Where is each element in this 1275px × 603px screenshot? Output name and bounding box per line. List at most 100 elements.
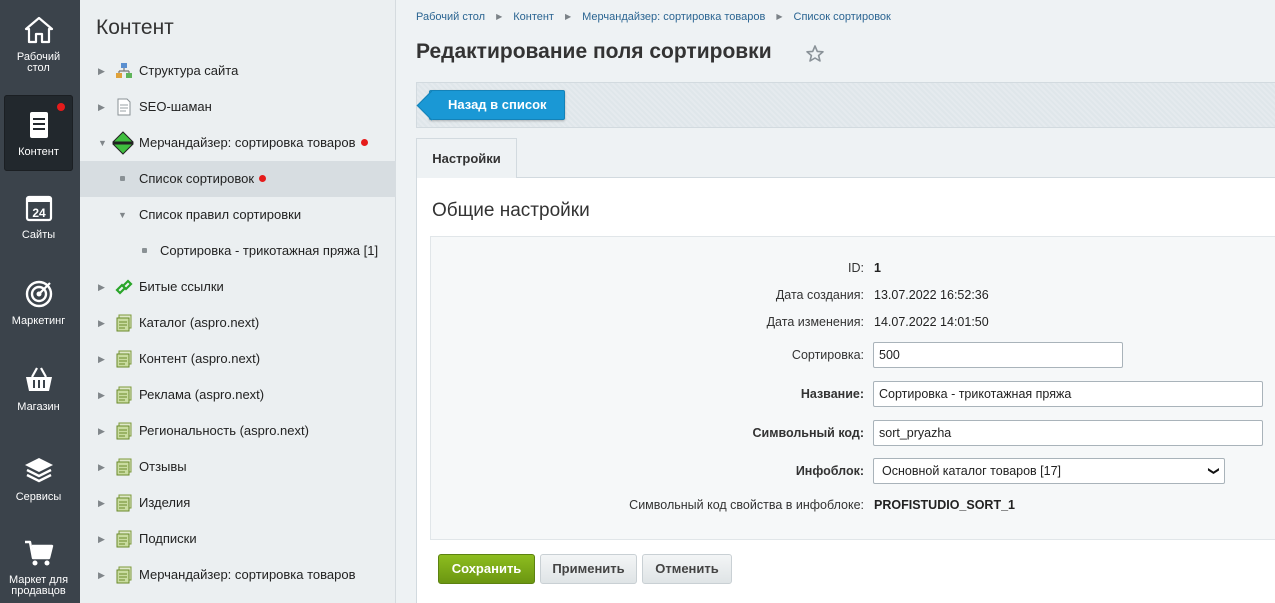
rail-item-desktop[interactable]: Рабочий стол: [4, 0, 73, 76]
tree-item-merchandiser[interactable]: ▼ Мерчандайзер: сортировка товаров: [80, 125, 396, 161]
tree-item-merchandiser-iblock[interactable]: ▶ Мерчандайзер: сортировка товаров: [80, 557, 396, 593]
expand-arrow-icon[interactable]: ▶: [98, 485, 108, 521]
sort-input[interactable]: 500: [873, 342, 1123, 368]
layers-icon: [24, 458, 53, 483]
tree-item-label: Реклама (aspro.next): [139, 387, 265, 402]
expand-arrow-icon[interactable]: ▶: [98, 377, 108, 413]
tree-item-label: Каталог (aspro.next): [139, 315, 260, 330]
back-to-list-button[interactable]: Назад в список: [429, 90, 565, 120]
field-code: Символьный код: sort_pryazha: [431, 418, 1275, 448]
collapse-arrow-icon[interactable]: ▼: [118, 197, 128, 233]
tree-item-label: Региональность (aspro.next): [139, 423, 309, 438]
rail-item-services[interactable]: Сервисы: [4, 440, 73, 516]
breadcrumb: Рабочий стол ▶ Контент ▶ Мерчандайзер: сорти…: [416, 11, 891, 23]
chevron-right-icon: ▶: [776, 12, 783, 21]
name-input[interactable]: Сортировка - трикотажная пряжа: [873, 381, 1263, 407]
basket-icon: [25, 367, 52, 391]
iblock-icon: [116, 422, 132, 440]
rail-item-market[interactable]: Маркет для продавцов: [4, 523, 73, 599]
chevron-right-icon: ▶: [496, 12, 503, 21]
iblock-icon: [116, 386, 132, 404]
tree-title: Контент: [96, 16, 174, 39]
tree-item-sort-rule[interactable]: Сортировка - трикотажная пряжа [1]: [80, 233, 396, 269]
iblock-select[interactable]: Основной каталог товаров [17] ❯: [873, 458, 1225, 484]
tree-item-seo[interactable]: ▶ SEO-шаман: [80, 89, 396, 125]
rail-label: Магазин: [17, 401, 60, 413]
expand-arrow-icon[interactable]: ▶: [98, 341, 108, 377]
tree-item-subscriptions[interactable]: ▶ Подписки: [80, 521, 396, 557]
iblock-icon: [116, 458, 132, 476]
breadcrumb-item[interactable]: Мерчандайзер: сортировка товаров: [582, 11, 765, 23]
field-label: ID:: [848, 261, 864, 275]
iblock-icon: [116, 494, 132, 512]
content-tree-panel: Контент ▶ Структура сайта ▶ SEO-шаман ▼ …: [80, 0, 396, 603]
field-prop-code: Символьный код свойства в инфоблоке: PRO…: [431, 490, 1275, 520]
tree-item-label: Список сортировок: [139, 171, 255, 186]
toolbar: Назад в список: [416, 82, 1275, 128]
tree-item-regional-aspro[interactable]: ▶ Региональность (aspro.next): [80, 413, 396, 449]
page-icon: [117, 98, 131, 116]
field-iblock: Инфоблок: Основной каталог товаров [17] …: [431, 456, 1275, 486]
rail-item-shop[interactable]: Магазин: [4, 350, 73, 426]
tree-item-broken-links[interactable]: ▶ Битые ссылки: [80, 269, 396, 305]
tree-item-sort-rules[interactable]: ▼ Список правил сортировки: [80, 197, 396, 233]
alert-dot: [360, 139, 368, 146]
cart-icon: [24, 540, 53, 566]
tree-item-label: Изделия: [139, 495, 191, 510]
cancel-button[interactable]: Отменить: [642, 554, 732, 584]
iblock-icon: [116, 314, 132, 332]
select-value: Основной каталог товаров [17]: [882, 464, 1062, 478]
tree-item-catalog[interactable]: ▶ Каталог (aspro.next): [80, 305, 396, 341]
field-modified: Дата изменения: 14.07.2022 14:01:50: [431, 307, 1275, 337]
merchandiser-icon: [112, 131, 134, 155]
breadcrumb-item[interactable]: Контент: [513, 11, 554, 23]
tree-item-ads-aspro[interactable]: ▶ Реклама (aspro.next): [80, 377, 396, 413]
field-label: Сортировка:: [791, 348, 864, 362]
tree-item-sort-list[interactable]: Список сортировок: [80, 161, 396, 197]
bullet-icon: [120, 176, 125, 181]
expand-arrow-icon[interactable]: ▶: [98, 521, 108, 557]
expand-arrow-icon[interactable]: ▶: [98, 269, 108, 305]
tree-item-products[interactable]: ▶ Изделия: [80, 485, 396, 521]
star-icon[interactable]: [805, 44, 825, 64]
tree-item-content-aspro[interactable]: ▶ Контент (aspro.next): [80, 341, 396, 377]
expand-arrow-icon[interactable]: ▶: [98, 449, 108, 485]
tab-bar: Настройки: [416, 138, 1275, 181]
form-area: ID: 1 Дата создания: 13.07.2022 16:52:36…: [430, 236, 1275, 540]
expand-arrow-icon[interactable]: ▶: [98, 305, 108, 341]
rail-label: Маркетинг: [11, 315, 66, 327]
field-value: 1: [874, 261, 881, 275]
tree-item-label: Список правил сортировки: [139, 207, 302, 222]
tree-item-label: Сортировка - трикотажная пряжа [1]: [160, 243, 379, 258]
iblock-icon: [116, 566, 132, 584]
expand-arrow-icon[interactable]: ▶: [98, 557, 108, 593]
code-input[interactable]: sort_pryazha: [873, 420, 1263, 446]
site-structure-icon: [116, 63, 132, 78]
rail-item-marketing[interactable]: Маркетинг: [4, 264, 73, 340]
tree-item-site-structure[interactable]: ▶ Структура сайта: [80, 53, 396, 89]
alert-dot: [57, 103, 65, 111]
collapse-arrow-icon[interactable]: ▼: [98, 125, 108, 161]
iblock-icon: [116, 530, 132, 548]
tree-item-reviews[interactable]: ▶ Отзывы: [80, 449, 396, 485]
rail-label: Маркет для продавцов: [8, 574, 69, 597]
rail-item-sites[interactable]: 24 Сайты: [4, 178, 73, 254]
rail-item-content[interactable]: Контент: [4, 95, 73, 171]
expand-arrow-icon[interactable]: ▶: [98, 413, 108, 449]
settings-card: Общие настройки ID: 1 Дата создания: 13.…: [416, 178, 1275, 603]
breadcrumb-item[interactable]: Список сортировок: [794, 11, 891, 23]
breadcrumb-item[interactable]: Рабочий стол: [416, 11, 485, 23]
field-label: Название:: [800, 387, 864, 401]
field-name: Название: Сортировка - трикотажная пряжа: [431, 379, 1275, 409]
field-label: Символьный код:: [752, 426, 864, 440]
rail-label: Сайты: [21, 229, 56, 241]
tab-settings[interactable]: Настройки: [416, 138, 517, 181]
document-icon: [29, 112, 48, 138]
tree-item-label: Отзывы: [139, 459, 187, 474]
save-button[interactable]: Сохранить: [438, 554, 535, 584]
expand-arrow-icon[interactable]: ▶: [98, 53, 108, 89]
page-title: Редактирование поля сортировки: [416, 40, 772, 63]
apply-button[interactable]: Применить: [540, 554, 637, 584]
calendar-24-icon: 24: [25, 195, 52, 222]
expand-arrow-icon[interactable]: ▶: [98, 89, 108, 125]
